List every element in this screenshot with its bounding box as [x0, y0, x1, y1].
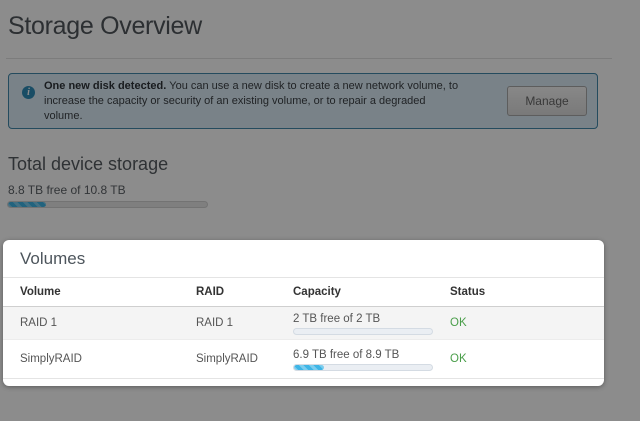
volume-name-cell: RAID 1 — [20, 317, 196, 329]
capacity-progressbar — [293, 364, 433, 371]
column-header-capacity: Capacity — [293, 286, 450, 298]
capacity-cell: 6.9 TB free of 8.9 TB — [293, 348, 450, 371]
table-row-simplyraid[interactable]: SimplyRAID SimplyRAID 6.9 TB free of 8.9… — [3, 340, 604, 379]
volume-name-cell: SimplyRAID — [20, 353, 196, 365]
volumes-panel-title: Volumes — [3, 240, 604, 278]
status-badge: OK — [450, 317, 604, 329]
volumes-table-header: Volume RAID Capacity Status — [3, 278, 604, 307]
capacity-text: 6.9 TB free of 8.9 TB — [293, 349, 450, 361]
column-header-status: Status — [450, 286, 604, 298]
capacity-cell: 2 TB free of 2 TB — [293, 312, 450, 335]
capacity-progressbar-fill — [294, 365, 324, 370]
volumes-panel: Volumes Volume RAID Capacity Status RAID… — [3, 240, 604, 386]
column-header-volume: Volume — [20, 286, 196, 298]
capacity-text: 2 TB free of 2 TB — [293, 313, 450, 325]
capacity-progressbar — [293, 328, 433, 335]
column-header-raid: RAID — [196, 286, 293, 298]
status-badge: OK — [450, 353, 604, 365]
raid-type-cell: SimplyRAID — [196, 353, 293, 365]
raid-type-cell: RAID 1 — [196, 317, 293, 329]
table-row-raid1[interactable]: RAID 1 RAID 1 2 TB free of 2 TB OK — [3, 307, 604, 340]
